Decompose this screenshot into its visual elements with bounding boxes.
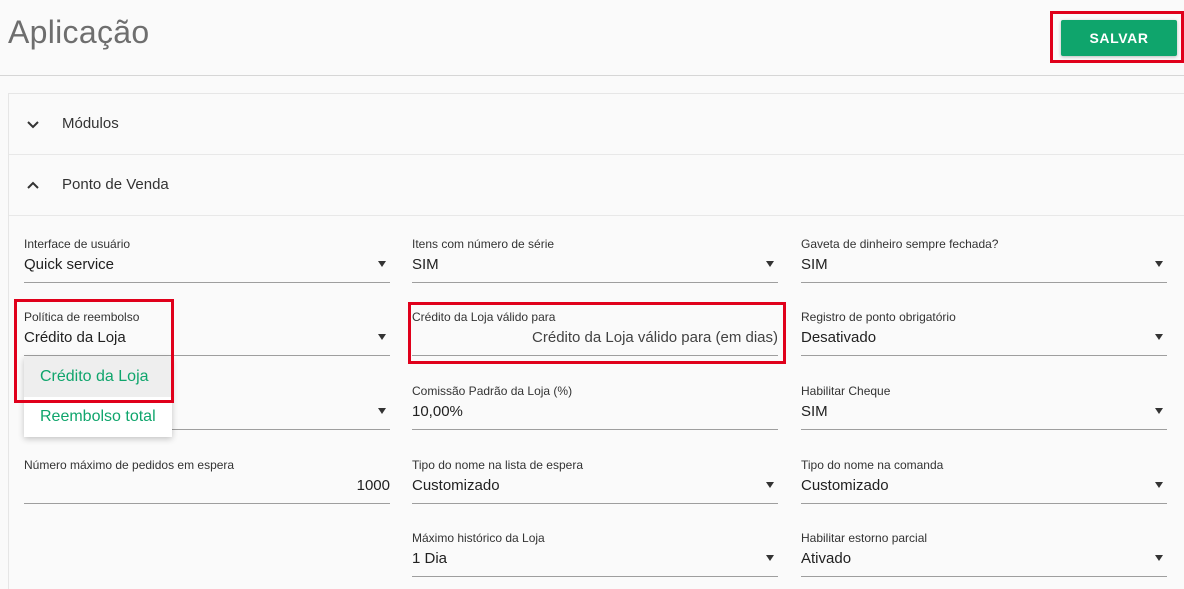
gaveta-dinheiro-select[interactable]: Gaveta de dinheiro sempre fechada? SIM xyxy=(801,237,1167,287)
field-value: SIM xyxy=(801,256,828,273)
field-underline xyxy=(801,429,1167,430)
caret-down-icon xyxy=(378,261,386,267)
field-value: 10,00% xyxy=(412,403,463,420)
field-label: Itens com número de série xyxy=(412,237,555,251)
dropdown-option-reembolso-total[interactable]: Reembolso total xyxy=(24,397,172,437)
field-value: Customizado xyxy=(412,477,500,494)
tipo-nome-espera-select[interactable]: Tipo do nome na lista de espera Customiz… xyxy=(412,458,778,508)
caret-down-icon xyxy=(378,408,386,414)
field-underline xyxy=(412,503,778,504)
highlight-box-credito xyxy=(408,302,786,364)
field-value: Quick service xyxy=(24,256,115,273)
caret-down-icon xyxy=(1155,482,1163,488)
caret-down-icon xyxy=(1155,261,1163,267)
registro-ponto-select[interactable]: Registro de ponto obrigatório Desativado xyxy=(801,310,1167,360)
field-label: Comissão Padrão da Loja (%) xyxy=(412,384,573,398)
field-underline xyxy=(24,282,390,283)
interface-usuario-select[interactable]: Interface de usuário Quick service xyxy=(24,237,390,287)
comissao-padrao-input[interactable]: Comissão Padrão da Loja (%) 10,00% xyxy=(412,384,778,434)
maximo-historico-select[interactable]: Máximo histórico da Loja 1 Dia xyxy=(412,531,778,581)
caret-down-icon xyxy=(1155,555,1163,561)
caret-down-icon xyxy=(766,482,774,488)
field-label: Máximo histórico da Loja xyxy=(412,531,545,545)
field-label: Registro de ponto obrigatório xyxy=(801,310,956,324)
page-header: Aplicação SALVAR xyxy=(0,0,1184,76)
tipo-nome-comanda-select[interactable]: Tipo do nome na comanda Customizado xyxy=(801,458,1167,508)
field-underline xyxy=(24,503,390,504)
field-label: Gaveta de dinheiro sempre fechada? xyxy=(801,237,999,251)
page-title: Aplicação xyxy=(8,14,150,50)
accordion-modulos[interactable]: Módulos xyxy=(9,94,1184,155)
field-value: 1000 xyxy=(356,477,390,494)
field-value: Customizado xyxy=(801,477,889,494)
highlight-box-politica xyxy=(14,299,174,403)
save-button[interactable]: SALVAR xyxy=(1061,20,1177,56)
habilitar-cheque-select[interactable]: Habilitar Cheque SIM xyxy=(801,384,1167,434)
field-underline xyxy=(412,429,778,430)
field-value: SIM xyxy=(412,256,439,273)
field-value: SIM xyxy=(801,403,828,420)
field-underline xyxy=(412,282,778,283)
accordion-label: Ponto de Venda xyxy=(62,176,169,193)
caret-down-icon xyxy=(1155,408,1163,414)
field-label: Habilitar Cheque xyxy=(801,384,891,398)
caret-down-icon xyxy=(766,555,774,561)
field-value: 1 Dia xyxy=(412,550,448,567)
field-label: Habilitar estorno parcial xyxy=(801,531,928,545)
field-value: Ativado xyxy=(801,550,852,567)
field-value: Desativado xyxy=(801,329,877,346)
field-underline xyxy=(801,355,1167,356)
accordion-label: Módulos xyxy=(62,115,119,132)
field-label: Número máximo de pedidos em espera xyxy=(24,458,235,472)
field-underline xyxy=(412,576,778,577)
field-underline xyxy=(801,282,1167,283)
chevron-up-icon xyxy=(27,181,39,189)
field-label: Tipo do nome na lista de espera xyxy=(412,458,583,472)
itens-numero-serie-select[interactable]: Itens com número de série SIM xyxy=(412,237,778,287)
field-underline xyxy=(801,503,1167,504)
chevron-down-icon xyxy=(27,121,39,129)
field-label: Interface de usuário xyxy=(24,237,131,251)
caret-down-icon xyxy=(766,261,774,267)
max-pedidos-espera-input[interactable]: Número máximo de pedidos em espera 1000 xyxy=(24,458,390,508)
caret-down-icon xyxy=(1155,334,1163,340)
field-label: Tipo do nome na comanda xyxy=(801,458,944,472)
caret-down-icon xyxy=(378,334,386,340)
estorno-parcial-select[interactable]: Habilitar estorno parcial Ativado xyxy=(801,531,1167,581)
accordion-ponto-de-venda[interactable]: Ponto de Venda xyxy=(9,155,1184,216)
field-underline xyxy=(801,576,1167,577)
